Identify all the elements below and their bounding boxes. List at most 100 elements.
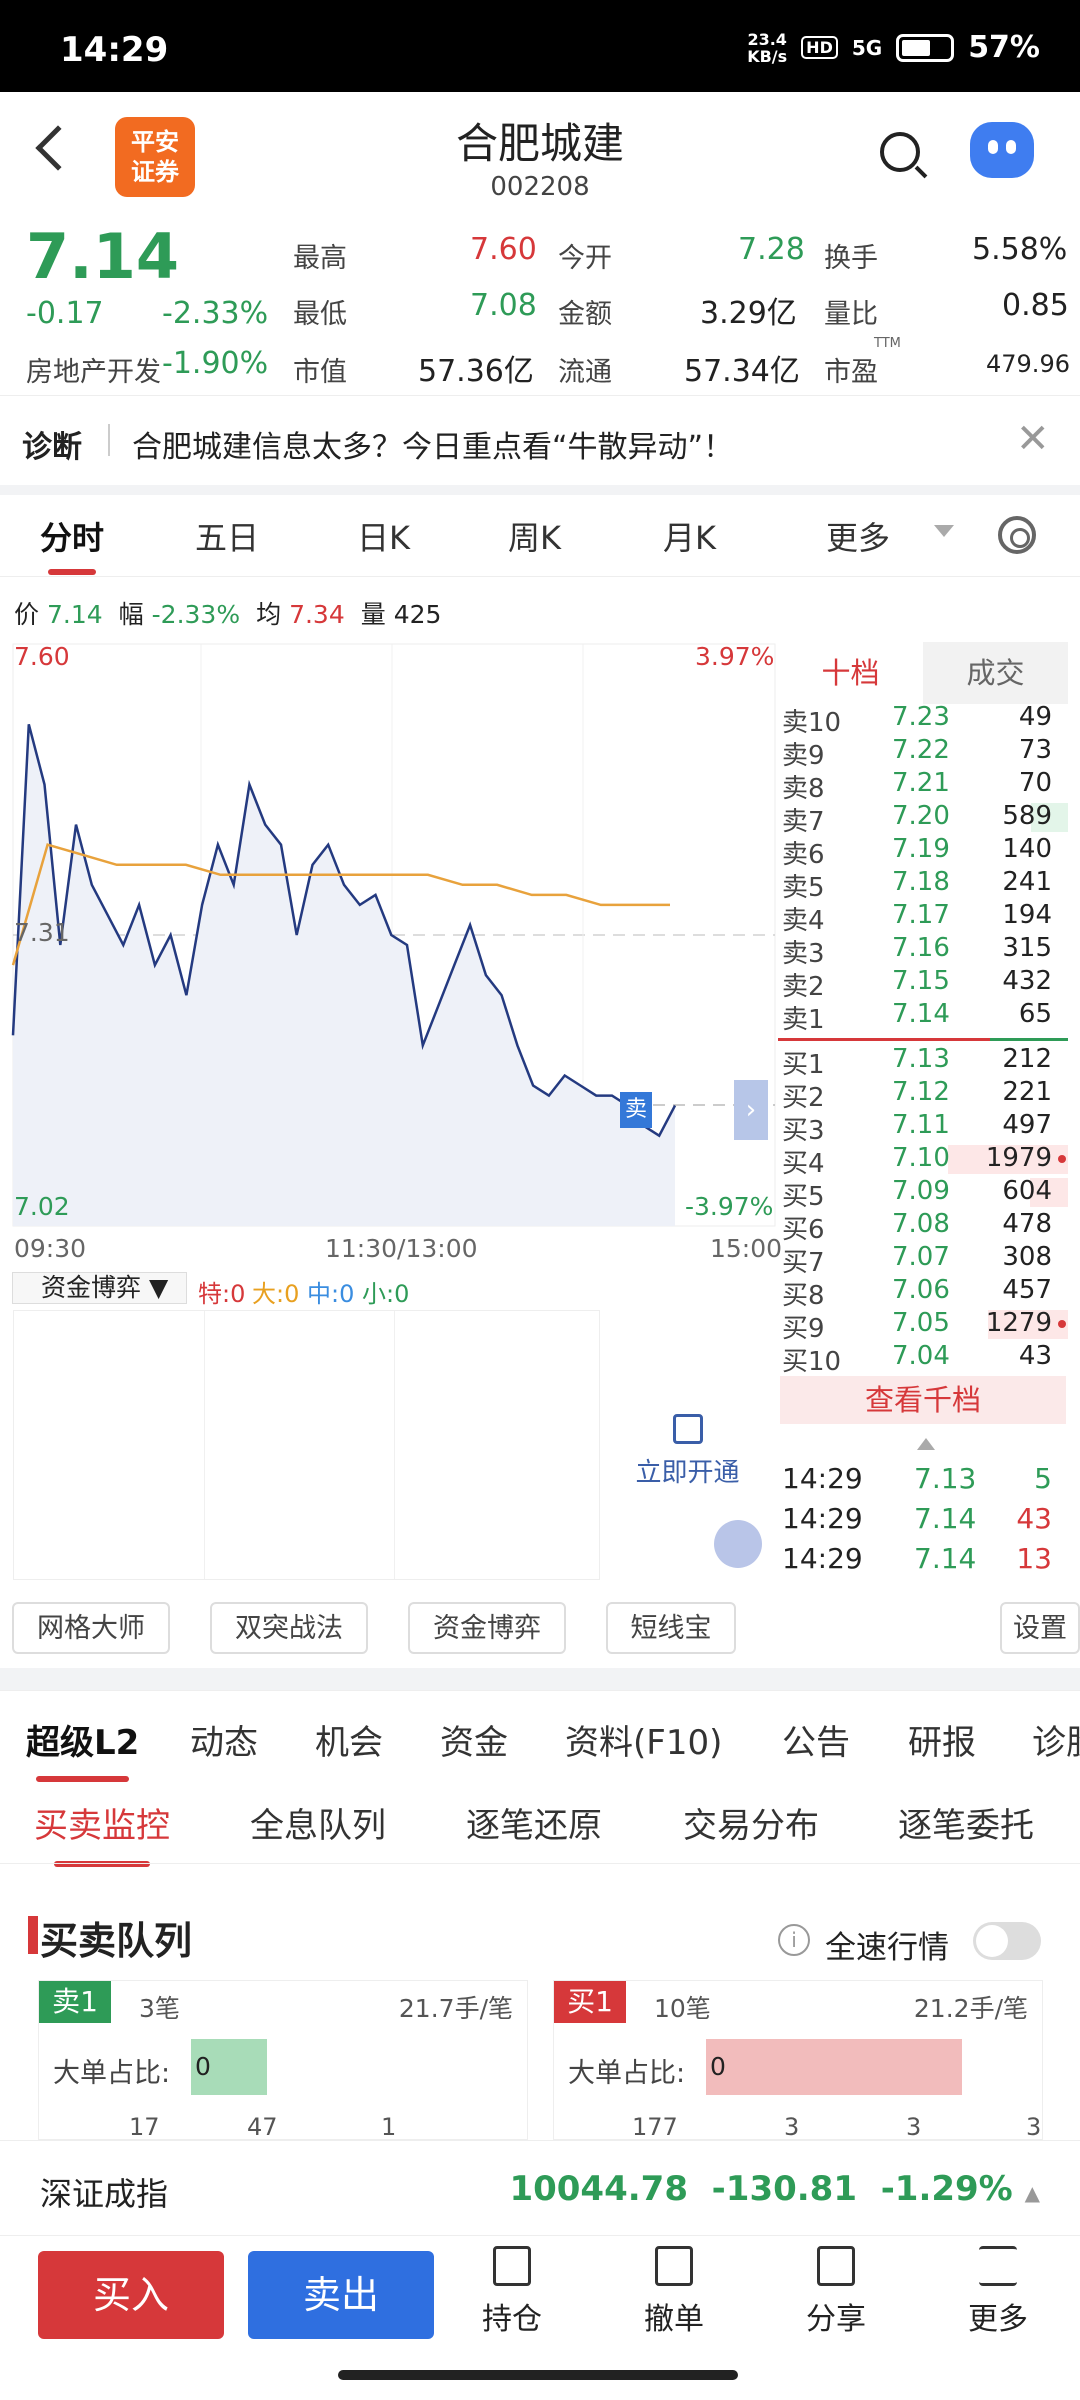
close-icon[interactable]: ✕ — [1016, 416, 1050, 462]
mcap-value: 57.36亿 — [418, 354, 534, 389]
tab-tick-orders[interactable]: 逐笔委托 — [898, 1798, 1034, 1847]
signal-icon: 5G — [851, 35, 883, 60]
y-mid-label: 7.31 — [14, 918, 70, 947]
ask-volume: 589 — [1002, 801, 1052, 831]
tab-super-l2[interactable]: 超级L2 — [26, 1715, 139, 1782]
ask-row[interactable]: 卖8 7.21 70 — [778, 768, 1068, 804]
bid-volume: 478 — [1002, 1209, 1052, 1239]
holdings-button[interactable]: 持仓 — [462, 2246, 562, 2338]
tab-trade-distribution[interactable]: 交易分布 — [683, 1798, 819, 1847]
sell-marker[interactable]: 卖 — [620, 1092, 652, 1128]
assistant-robot-icon[interactable] — [970, 122, 1034, 178]
ask-volume: 241 — [1002, 867, 1052, 897]
y-max-label: 7.60 — [14, 642, 70, 671]
fund-game-select[interactable]: 资金博弈 ▼ — [12, 1272, 187, 1304]
ask-level: 卖7 — [782, 807, 825, 837]
share-button[interactable]: 分享 — [786, 2246, 886, 2338]
chevron-up-icon[interactable] — [917, 1438, 935, 1450]
ask-row[interactable]: 卖3 7.16 315 — [778, 933, 1068, 969]
price-change: -0.17 — [26, 296, 104, 331]
tab-intraday[interactable]: 分时 — [40, 513, 104, 575]
sector-name[interactable]: 房地产开发 — [26, 350, 161, 389]
ask-price: 7.15 — [892, 966, 950, 996]
bid-row[interactable]: 买2 7.12 221 — [778, 1077, 1068, 1113]
tab-daily-k[interactable]: 日K — [357, 513, 410, 559]
diagnose-text[interactable]: 合肥城建信息太多？今日重点看“牛散异动”！ — [132, 422, 733, 466]
tab-ten-levels[interactable]: 十档 — [778, 642, 923, 704]
search-icon[interactable] — [880, 132, 920, 172]
tab-announcement[interactable]: 公告 — [782, 1715, 850, 1764]
ask-price: 7.14 — [892, 999, 950, 1029]
expand-icon[interactable] — [714, 1520, 762, 1568]
diagnose-banner[interactable]: 诊断 合肥城建信息太多？今日重点看“牛散异动”！ ✕ — [0, 395, 1080, 485]
bid-level: 买2 — [782, 1083, 825, 1113]
double-break-button[interactable]: 双突战法 — [210, 1602, 368, 1654]
ask-row[interactable]: 卖2 7.15 432 — [778, 966, 1068, 1002]
view-thousand-levels-button[interactable]: 查看千档 — [780, 1376, 1066, 1424]
amount-value: 3.29亿 — [700, 296, 797, 331]
bid-volume: 212 — [1002, 1044, 1052, 1074]
tab-trade-monitor[interactable]: 买卖监控 — [34, 1798, 170, 1867]
tab-capital[interactable]: 资金 — [440, 1715, 508, 1764]
ask-row[interactable]: 卖10 7.23 49 — [778, 702, 1068, 738]
sell-button[interactable]: 卖出 — [248, 2251, 434, 2339]
index-ticker[interactable]: 深证成指 10044.78 -130.81 -1.29% ▲ — [0, 2140, 1080, 2235]
home-indicator[interactable] — [338, 2370, 738, 2380]
bid-row[interactable]: 买7 7.07 308 — [778, 1242, 1068, 1278]
settings-button[interactable]: 设置 — [1000, 1602, 1080, 1654]
spread-divider-red — [778, 1038, 990, 1041]
tab-tick-restore[interactable]: 逐笔还原 — [466, 1798, 602, 1847]
bid-price: 7.05 — [892, 1308, 950, 1338]
x-label-noon: 11:30/13:00 — [325, 1234, 478, 1263]
bid-row[interactable]: 买8 7.06 457 — [778, 1275, 1068, 1311]
stock-code: 002208 — [490, 172, 590, 202]
status-bar: 14:29 23.4 KB/s HD 5G 57% — [0, 0, 1080, 92]
sector-pct: -1.90% — [162, 346, 269, 381]
tab-f10[interactable]: 资料(F10) — [565, 1715, 722, 1764]
fullspeed-toggle[interactable] — [973, 1922, 1041, 1960]
current-price: 7.14 — [26, 220, 179, 293]
cancel-order-button[interactable]: 撤单 — [624, 2246, 724, 2338]
more-button[interactable]: 更多 — [948, 2246, 1048, 2338]
high-value: 7.60 — [470, 232, 537, 267]
bid-row[interactable]: 买10 7.04 43 — [778, 1341, 1068, 1377]
ask-row[interactable]: 卖1 7.14 65 — [778, 999, 1068, 1035]
tab-more[interactable]: 更多 — [826, 513, 890, 559]
tab-full-queue[interactable]: 全息队列 — [250, 1798, 386, 1847]
ask-row[interactable]: 卖9 7.22 73 — [778, 735, 1068, 771]
short-line-button[interactable]: 短线宝 — [606, 1602, 736, 1654]
ask-row[interactable]: 卖7 7.20 589 — [778, 801, 1068, 837]
chevron-down-icon[interactable] — [934, 525, 954, 537]
bid-row[interactable]: 买4 7.10 1979 — [778, 1143, 1068, 1179]
tab-weekly-k[interactable]: 周K — [508, 513, 561, 559]
bid-row[interactable]: 买5 7.09 604 — [778, 1176, 1068, 1212]
ask-row[interactable]: 卖4 7.17 194 — [778, 900, 1068, 936]
ask-row[interactable]: 卖6 7.19 140 — [778, 834, 1068, 870]
bid-row[interactable]: 买1 7.13 212 — [778, 1044, 1068, 1080]
ask-row[interactable]: 卖5 7.18 241 — [778, 867, 1068, 903]
bid-row[interactable]: 买9 7.05 1279 — [778, 1308, 1068, 1344]
fund-game-button[interactable]: 资金博弈 — [408, 1602, 566, 1654]
ask-level: 卖8 — [782, 774, 825, 804]
info-icon[interactable]: i — [778, 1924, 810, 1956]
ask-price: 7.22 — [892, 735, 950, 765]
ask-level: 卖10 — [782, 708, 842, 738]
ask-price: 7.17 — [892, 900, 950, 930]
buy-button[interactable]: 买入 — [38, 2251, 224, 2339]
tab-diagnose[interactable]: 诊股 — [1032, 1715, 1080, 1764]
net-speed: 23.4 KB/s — [747, 29, 788, 66]
ask-price: 7.18 — [892, 867, 950, 897]
tab-news[interactable]: 动态 — [190, 1715, 258, 1764]
intraday-chart[interactable]: 7.60 7.31 7.02 3.97% -3.97% 09:30 11:30/… — [0, 640, 782, 1263]
tab-trades[interactable]: 成交 — [923, 642, 1068, 704]
chevron-right-icon[interactable]: › — [734, 1080, 768, 1140]
fullspeed-label: 全速行情 — [825, 1930, 949, 1966]
bid-row[interactable]: 买6 7.08 478 — [778, 1209, 1068, 1245]
tab-opportunity[interactable]: 机会 — [315, 1715, 383, 1764]
bid-row[interactable]: 买3 7.11 497 — [778, 1110, 1068, 1146]
tab-research[interactable]: 研报 — [908, 1715, 976, 1764]
gear-icon[interactable] — [998, 516, 1036, 554]
tab-monthly-k[interactable]: 月K — [663, 513, 716, 559]
grid-master-button[interactable]: 网格大师 — [12, 1602, 170, 1654]
tab-five-day[interactable]: 五日 — [195, 513, 259, 559]
